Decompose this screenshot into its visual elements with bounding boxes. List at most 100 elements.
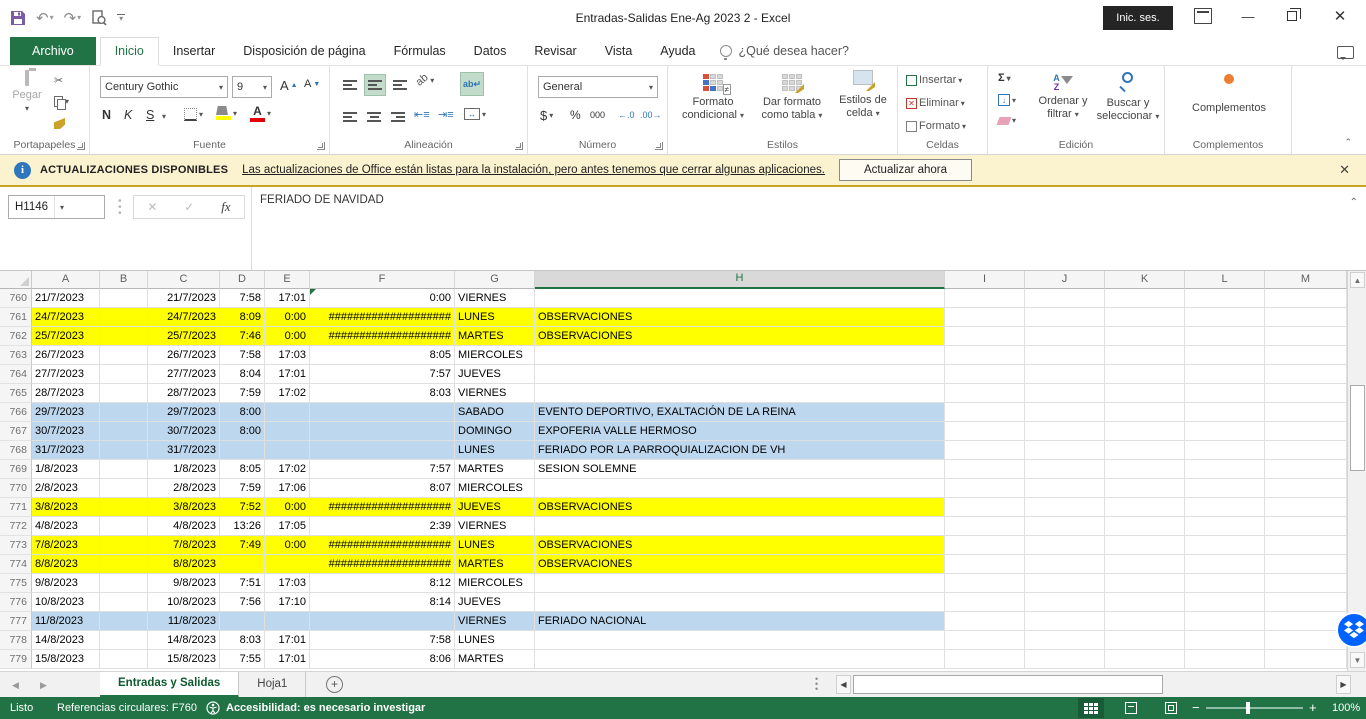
cell-M769[interactable]	[1265, 460, 1347, 479]
page-break-view-icon[interactable]	[1158, 698, 1184, 718]
cell-K769[interactable]	[1105, 460, 1185, 479]
cell-E772[interactable]: 17:05	[265, 517, 310, 536]
font-color-icon[interactable]: A▾	[250, 104, 271, 122]
cell-K765[interactable]	[1105, 384, 1185, 403]
cell-C773[interactable]: 7/8/2023	[148, 536, 220, 555]
cell-G776[interactable]: JUEVES	[455, 593, 535, 612]
cell-L762[interactable]	[1185, 327, 1265, 346]
cell-D765[interactable]: 7:59	[220, 384, 265, 403]
enter-icon[interactable]: ✓	[184, 200, 194, 214]
cell-M767[interactable]	[1265, 422, 1347, 441]
new-sheet-icon[interactable]: +	[326, 676, 343, 693]
cell-G770[interactable]: MIERCOLES	[455, 479, 535, 498]
cell-D772[interactable]: 13:26	[220, 517, 265, 536]
clear-icon[interactable]: ▾	[998, 116, 1016, 125]
cell-D768[interactable]	[220, 441, 265, 460]
insert-function-icon[interactable]: fx	[221, 199, 230, 215]
percent-format-icon[interactable]: %	[570, 108, 581, 122]
cell-D769[interactable]: 8:05	[220, 460, 265, 479]
cell-I767[interactable]	[945, 422, 1025, 441]
row-header-767[interactable]: 767	[0, 422, 32, 441]
cell-K763[interactable]	[1105, 346, 1185, 365]
column-header-M[interactable]: M	[1265, 271, 1347, 289]
delete-cells-button[interactable]: ✕ Eliminar▾	[906, 97, 965, 109]
cell-J778[interactable]	[1025, 631, 1105, 650]
sort-filter-button[interactable]: AZ Ordenar yfiltrar ▾	[1032, 72, 1094, 121]
cell-F765[interactable]: 8:03	[310, 384, 455, 403]
cell-B762[interactable]	[100, 327, 148, 346]
cell-K777[interactable]	[1105, 612, 1185, 631]
cell-J777[interactable]	[1025, 612, 1105, 631]
cell-D763[interactable]: 7:58	[220, 346, 265, 365]
cell-F774[interactable]: ####################	[310, 555, 455, 574]
cell-A778[interactable]: 14/8/2023	[32, 631, 100, 650]
collapse-ribbon-icon[interactable]: ⌃	[1344, 137, 1352, 148]
cell-H771[interactable]: OBSERVACIONES	[535, 498, 945, 517]
align-top-icon[interactable]	[340, 76, 360, 94]
cell-B770[interactable]	[100, 479, 148, 498]
cell-J763[interactable]	[1025, 346, 1105, 365]
row-header-774[interactable]: 774	[0, 555, 32, 574]
cell-D773[interactable]: 7:49	[220, 536, 265, 555]
cell-I766[interactable]	[945, 403, 1025, 422]
column-header-L[interactable]: L	[1185, 271, 1265, 289]
cell-L765[interactable]	[1185, 384, 1265, 403]
cell-G765[interactable]: VIERNES	[455, 384, 535, 403]
cell-B776[interactable]	[100, 593, 148, 612]
cell-E776[interactable]: 17:10	[265, 593, 310, 612]
tab-ayuda[interactable]: Ayuda	[646, 38, 709, 65]
cell-G766[interactable]: SABADO	[455, 403, 535, 422]
cell-F775[interactable]: 8:12	[310, 574, 455, 593]
cell-C762[interactable]: 25/7/2023	[148, 327, 220, 346]
cell-C776[interactable]: 10/8/2023	[148, 593, 220, 612]
column-header-C[interactable]: C	[148, 271, 220, 289]
column-header-K[interactable]: K	[1105, 271, 1185, 289]
hscroll-left-icon[interactable]: ◀	[836, 675, 851, 694]
row-header-762[interactable]: 762	[0, 327, 32, 346]
horizontal-scroll-thumb[interactable]	[853, 675, 1163, 694]
cell-G761[interactable]: LUNES	[455, 308, 535, 327]
shrink-font-icon[interactable]: A▼	[304, 78, 320, 90]
cell-K775[interactable]	[1105, 574, 1185, 593]
cell-E762[interactable]: 0:00	[265, 327, 310, 346]
cell-M762[interactable]	[1265, 327, 1347, 346]
cell-C763[interactable]: 26/7/2023	[148, 346, 220, 365]
cell-H770[interactable]	[535, 479, 945, 498]
cell-M777[interactable]	[1265, 612, 1347, 631]
cell-M763[interactable]	[1265, 346, 1347, 365]
cell-E763[interactable]: 17:03	[265, 346, 310, 365]
column-header-F[interactable]: F	[310, 271, 455, 289]
cell-L772[interactable]	[1185, 517, 1265, 536]
cell-E765[interactable]: 17:02	[265, 384, 310, 403]
cell-B778[interactable]	[100, 631, 148, 650]
cell-M761[interactable]	[1265, 308, 1347, 327]
cell-L766[interactable]	[1185, 403, 1265, 422]
currency-format-icon[interactable]: $▾	[540, 108, 553, 123]
row-header-776[interactable]: 776	[0, 593, 32, 612]
row-header-777[interactable]: 777	[0, 612, 32, 631]
cell-E770[interactable]: 17:06	[265, 479, 310, 498]
cell-C761[interactable]: 24/7/2023	[148, 308, 220, 327]
cell-J767[interactable]	[1025, 422, 1105, 441]
sheet-nav-right-icon[interactable]: ▶	[40, 672, 47, 698]
cell-L769[interactable]	[1185, 460, 1265, 479]
cell-J768[interactable]	[1025, 441, 1105, 460]
row-header-773[interactable]: 773	[0, 536, 32, 555]
cell-F777[interactable]	[310, 612, 455, 631]
cell-D766[interactable]: 8:00	[220, 403, 265, 422]
tell-me-search[interactable]: ¿Qué desea hacer?	[720, 44, 850, 65]
cell-M776[interactable]	[1265, 593, 1347, 612]
cell-G769[interactable]: MARTES	[455, 460, 535, 479]
cell-G768[interactable]: LUNES	[455, 441, 535, 460]
cell-B767[interactable]	[100, 422, 148, 441]
cell-G774[interactable]: MARTES	[455, 555, 535, 574]
cell-B769[interactable]	[100, 460, 148, 479]
scroll-up-icon[interactable]: ▲	[1350, 272, 1365, 288]
cell-F770[interactable]: 8:07	[310, 479, 455, 498]
cell-D762[interactable]: 7:46	[220, 327, 265, 346]
number-format-combo[interactable]: General▾	[538, 76, 658, 98]
cell-G763[interactable]: MIERCOLES	[455, 346, 535, 365]
orientation-icon[interactable]: ab▾	[416, 74, 434, 86]
cell-H774[interactable]: OBSERVACIONES	[535, 555, 945, 574]
cell-M778[interactable]	[1265, 631, 1347, 650]
